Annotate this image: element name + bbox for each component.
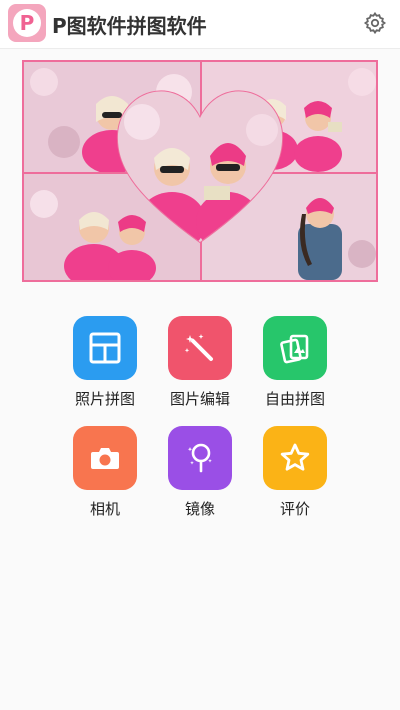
tile-label: 自由拼图 (264, 390, 325, 408)
app-header: P P图软件拼图软件 (0, 0, 400, 49)
collage-photo-heart (112, 82, 288, 256)
tile-label: 镜像 (184, 500, 215, 518)
tile-label: 相机 (89, 500, 120, 518)
star-icon (263, 426, 327, 490)
gear-icon[interactable] (362, 10, 388, 36)
tile-label: 照片拼图 (74, 390, 135, 408)
tile-camera[interactable]: 相机 (60, 426, 150, 519)
tile-label: 评价 (279, 500, 310, 518)
tile-photo-collage[interactable]: 照片拼图 (60, 316, 150, 409)
tile-rate[interactable]: 评价 (250, 426, 340, 519)
app-title: P图软件拼图软件 (52, 14, 207, 38)
mirror-icon (168, 426, 232, 490)
logo-letter: P (13, 9, 41, 37)
magic-wand-icon (168, 316, 232, 380)
app-logo: P (8, 4, 46, 42)
camera-icon (73, 426, 137, 490)
photo-cards-icon (263, 316, 327, 380)
tile-mirror[interactable]: 镜像 (155, 426, 245, 519)
collage-preview[interactable] (22, 60, 378, 282)
grid-layout-icon (73, 316, 137, 380)
tile-free-collage[interactable]: 自由拼图 (250, 316, 340, 409)
tile-photo-edit[interactable]: 图片编辑 (155, 316, 245, 409)
tile-label: 图片编辑 (169, 390, 230, 408)
